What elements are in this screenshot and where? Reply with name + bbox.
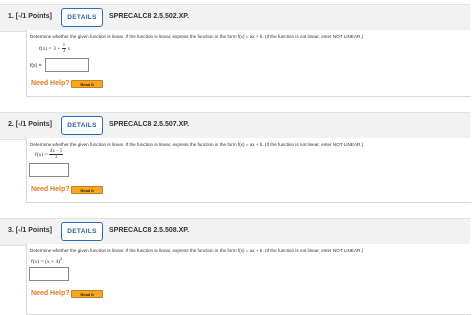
function-expression: f(x) = 3 + 13 x — [39, 43, 71, 54]
problem-id: SPRECALC8 2.5.502.XP. — [109, 13, 190, 20]
problem-body: Determine whether the given function is … — [26, 30, 471, 97]
instruction-text: Determine whether the given function is … — [30, 142, 364, 147]
problem-number-points: 1. [-/1 Points] — [8, 13, 52, 20]
problem-header: 1. [-/1 Points] DETAILS SPRECALC8 2.5.50… — [0, 4, 470, 32]
instruction-text: Determine whether the given function is … — [30, 34, 364, 39]
problem-number-points: 2. [-/1 Points] — [8, 121, 52, 128]
function-expression: f(x) = (x + 4)2 — [31, 256, 63, 265]
read-it-button[interactable]: Read It — [71, 80, 103, 88]
answer-input[interactable] — [29, 163, 69, 177]
need-help-label: Need Help? — [31, 186, 70, 193]
answer-input[interactable] — [29, 267, 69, 281]
read-it-button[interactable]: Read It — [71, 290, 103, 298]
details-button[interactable]: DETAILS — [61, 222, 103, 241]
answer-label: f(x) = — [30, 63, 42, 69]
function-expression: f(x) = 4x − 5x — [35, 149, 64, 160]
instruction-text: Determine whether the given function is … — [30, 248, 364, 253]
problem-number-points: 3. [-/1 Points] — [8, 227, 52, 234]
answer-input[interactable] — [45, 58, 89, 72]
fraction: 13 — [61, 43, 67, 54]
problem-id: SPRECALC8 2.5.508.XP. — [109, 227, 190, 234]
fraction: 4x − 5x — [49, 149, 64, 160]
problem-id: SPRECALC8 2.5.507.XP. — [109, 121, 190, 128]
details-button[interactable]: DETAILS — [61, 8, 103, 27]
problem-body: Determine whether the given function is … — [26, 244, 471, 315]
problem-header: 3. [-/1 Points] DETAILS SPRECALC8 2.5.50… — [0, 218, 470, 246]
need-help-label: Need Help? — [31, 80, 70, 87]
problem-header: 2. [-/1 Points] DETAILS SPRECALC8 2.5.50… — [0, 112, 470, 140]
read-it-button[interactable]: Read It — [71, 186, 103, 194]
problem-body: Determine whether the given function is … — [26, 138, 471, 203]
need-help-label: Need Help? — [31, 290, 70, 297]
details-button[interactable]: DETAILS — [61, 116, 103, 135]
